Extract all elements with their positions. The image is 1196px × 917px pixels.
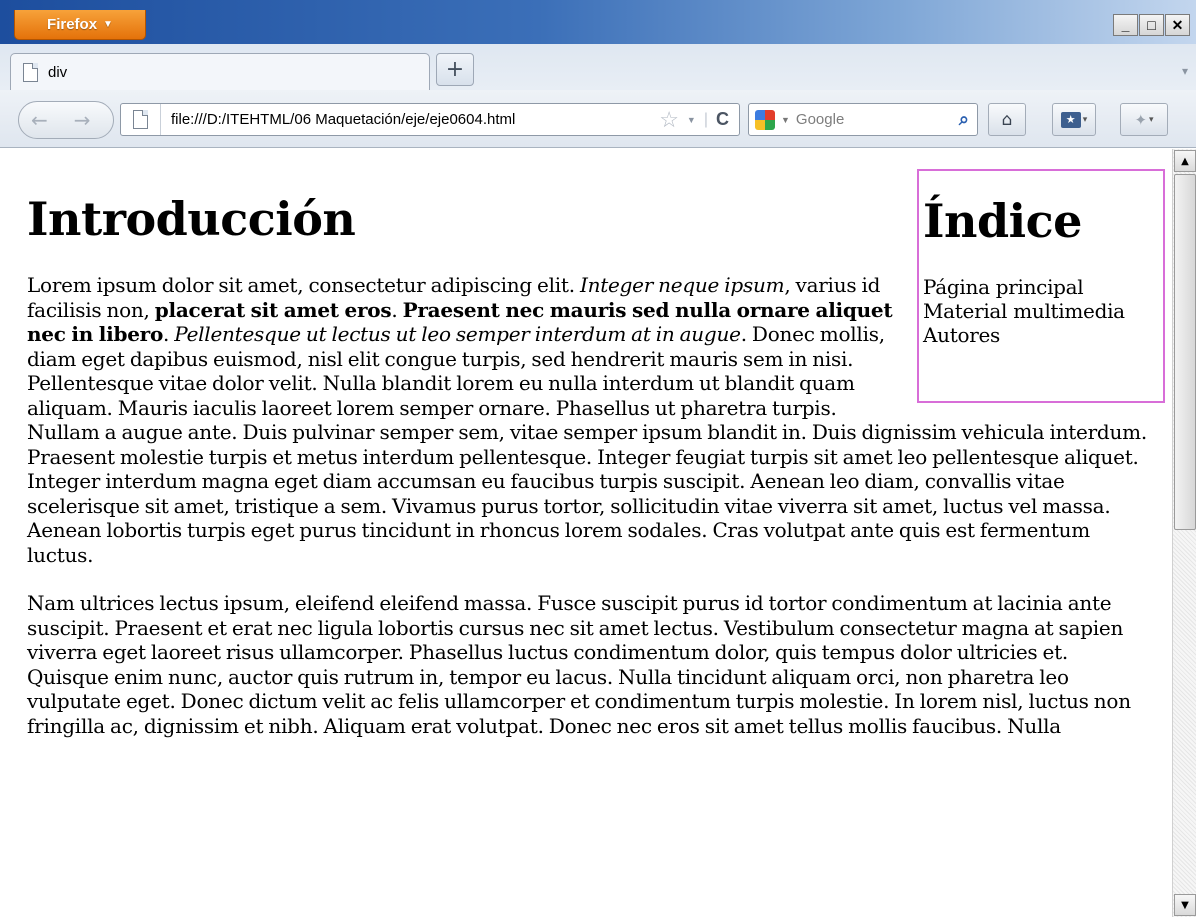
sidebar-link-home[interactable]: Página principal — [923, 275, 1163, 299]
minimize-icon[interactable]: _ — [1113, 14, 1138, 36]
google-icon[interactable] — [755, 109, 775, 130]
tab-strip: div + ▾ — [0, 44, 1196, 90]
star-icon[interactable]: ☆ — [659, 107, 679, 133]
address-bar[interactable]: file:///D:/ITEHTML/06 Maquetación/eje/ej… — [120, 103, 740, 136]
firefox-menu-button[interactable]: Firefox ▼ — [14, 10, 146, 40]
address-input[interactable]: file:///D:/ITEHTML/06 Maquetación/eje/ej… — [161, 111, 659, 128]
back-forward-group: ← → — [18, 101, 114, 139]
search-input[interactable]: Google — [796, 111, 953, 128]
search-bar[interactable]: ▼ Google ⌕ — [748, 103, 978, 136]
page-viewport: Introducción Índice Página principal Mat… — [0, 149, 1172, 917]
chevron-down-icon: ▼ — [103, 19, 113, 30]
navigation-toolbar: ← → file:///D:/ITEHTML/06 Maquetación/ej… — [0, 90, 1196, 148]
scroll-up-icon[interactable]: ▲ — [1174, 150, 1196, 172]
history-dropdown-icon[interactable]: ▼ — [687, 115, 696, 125]
text-run: . — [163, 322, 175, 346]
window-titlebar: Firefox ▼ _ □ ✕ — [0, 0, 1196, 44]
bold-text: placerat sit amet eros — [154, 297, 392, 322]
tab-current[interactable]: div — [10, 53, 430, 90]
addons-icon: ✦ — [1134, 110, 1148, 129]
scrollbar-thumb[interactable] — [1174, 174, 1196, 530]
home-button[interactable]: ⌂ — [988, 103, 1026, 136]
scroll-down-icon[interactable]: ▼ — [1174, 894, 1196, 916]
text-run: . — [391, 297, 403, 322]
page-icon — [23, 62, 38, 82]
chevron-down-icon: ▾ — [1082, 114, 1088, 125]
engine-dropdown-icon[interactable]: ▼ — [781, 115, 790, 125]
forward-icon[interactable]: → — [74, 108, 91, 132]
sidebar-title: Índice — [923, 194, 1082, 248]
sidebar-link-authors[interactable]: Autores — [923, 323, 1163, 347]
tab-list-icon[interactable]: ▾ — [1182, 64, 1188, 78]
index-sidebar: Índice Página principal Material multime… — [917, 169, 1165, 403]
maximize-icon[interactable]: □ — [1139, 14, 1164, 36]
vertical-scrollbar[interactable]: ▲ ▼ — [1172, 149, 1196, 917]
search-icon[interactable]: ⌕ — [959, 109, 977, 130]
home-icon: ⌂ — [1001, 109, 1013, 130]
page-content: Introducción Índice Página principal Mat… — [27, 169, 1165, 762]
back-icon[interactable]: ← — [31, 108, 48, 132]
firefox-menu-label: Firefox — [47, 16, 98, 33]
bookmarks-button[interactable]: ★ ▾ — [1052, 103, 1096, 136]
paragraph-second: Nam ultrices lectus ipsum, eleifend elei… — [27, 591, 1131, 738]
addons-button[interactable]: ✦ ▾ — [1120, 103, 1168, 136]
italic-text: Pellentesque ut lectus ut leo semper int… — [174, 322, 741, 346]
bookmarks-icon: ★ — [1060, 111, 1081, 128]
italic-text: Integer neque ipsum — [579, 273, 785, 297]
plus-icon: + — [445, 57, 465, 82]
text-run: Lorem ipsum dolor sit amet, consectetur … — [27, 273, 580, 297]
site-identity[interactable] — [121, 104, 161, 135]
page-icon — [133, 110, 148, 129]
address-tools: ☆ ▼ | C — [659, 107, 739, 133]
close-icon[interactable]: ✕ — [1165, 14, 1190, 36]
separator: | — [703, 110, 708, 128]
new-tab-button[interactable]: + — [436, 53, 474, 86]
chevron-down-icon: ▾ — [1149, 114, 1154, 125]
sidebar-link-multimedia[interactable]: Material multimedia — [923, 299, 1163, 323]
tab-title: div — [48, 63, 68, 81]
window-controls: _ □ ✕ — [1113, 14, 1190, 36]
reload-icon[interactable]: C — [716, 109, 729, 130]
